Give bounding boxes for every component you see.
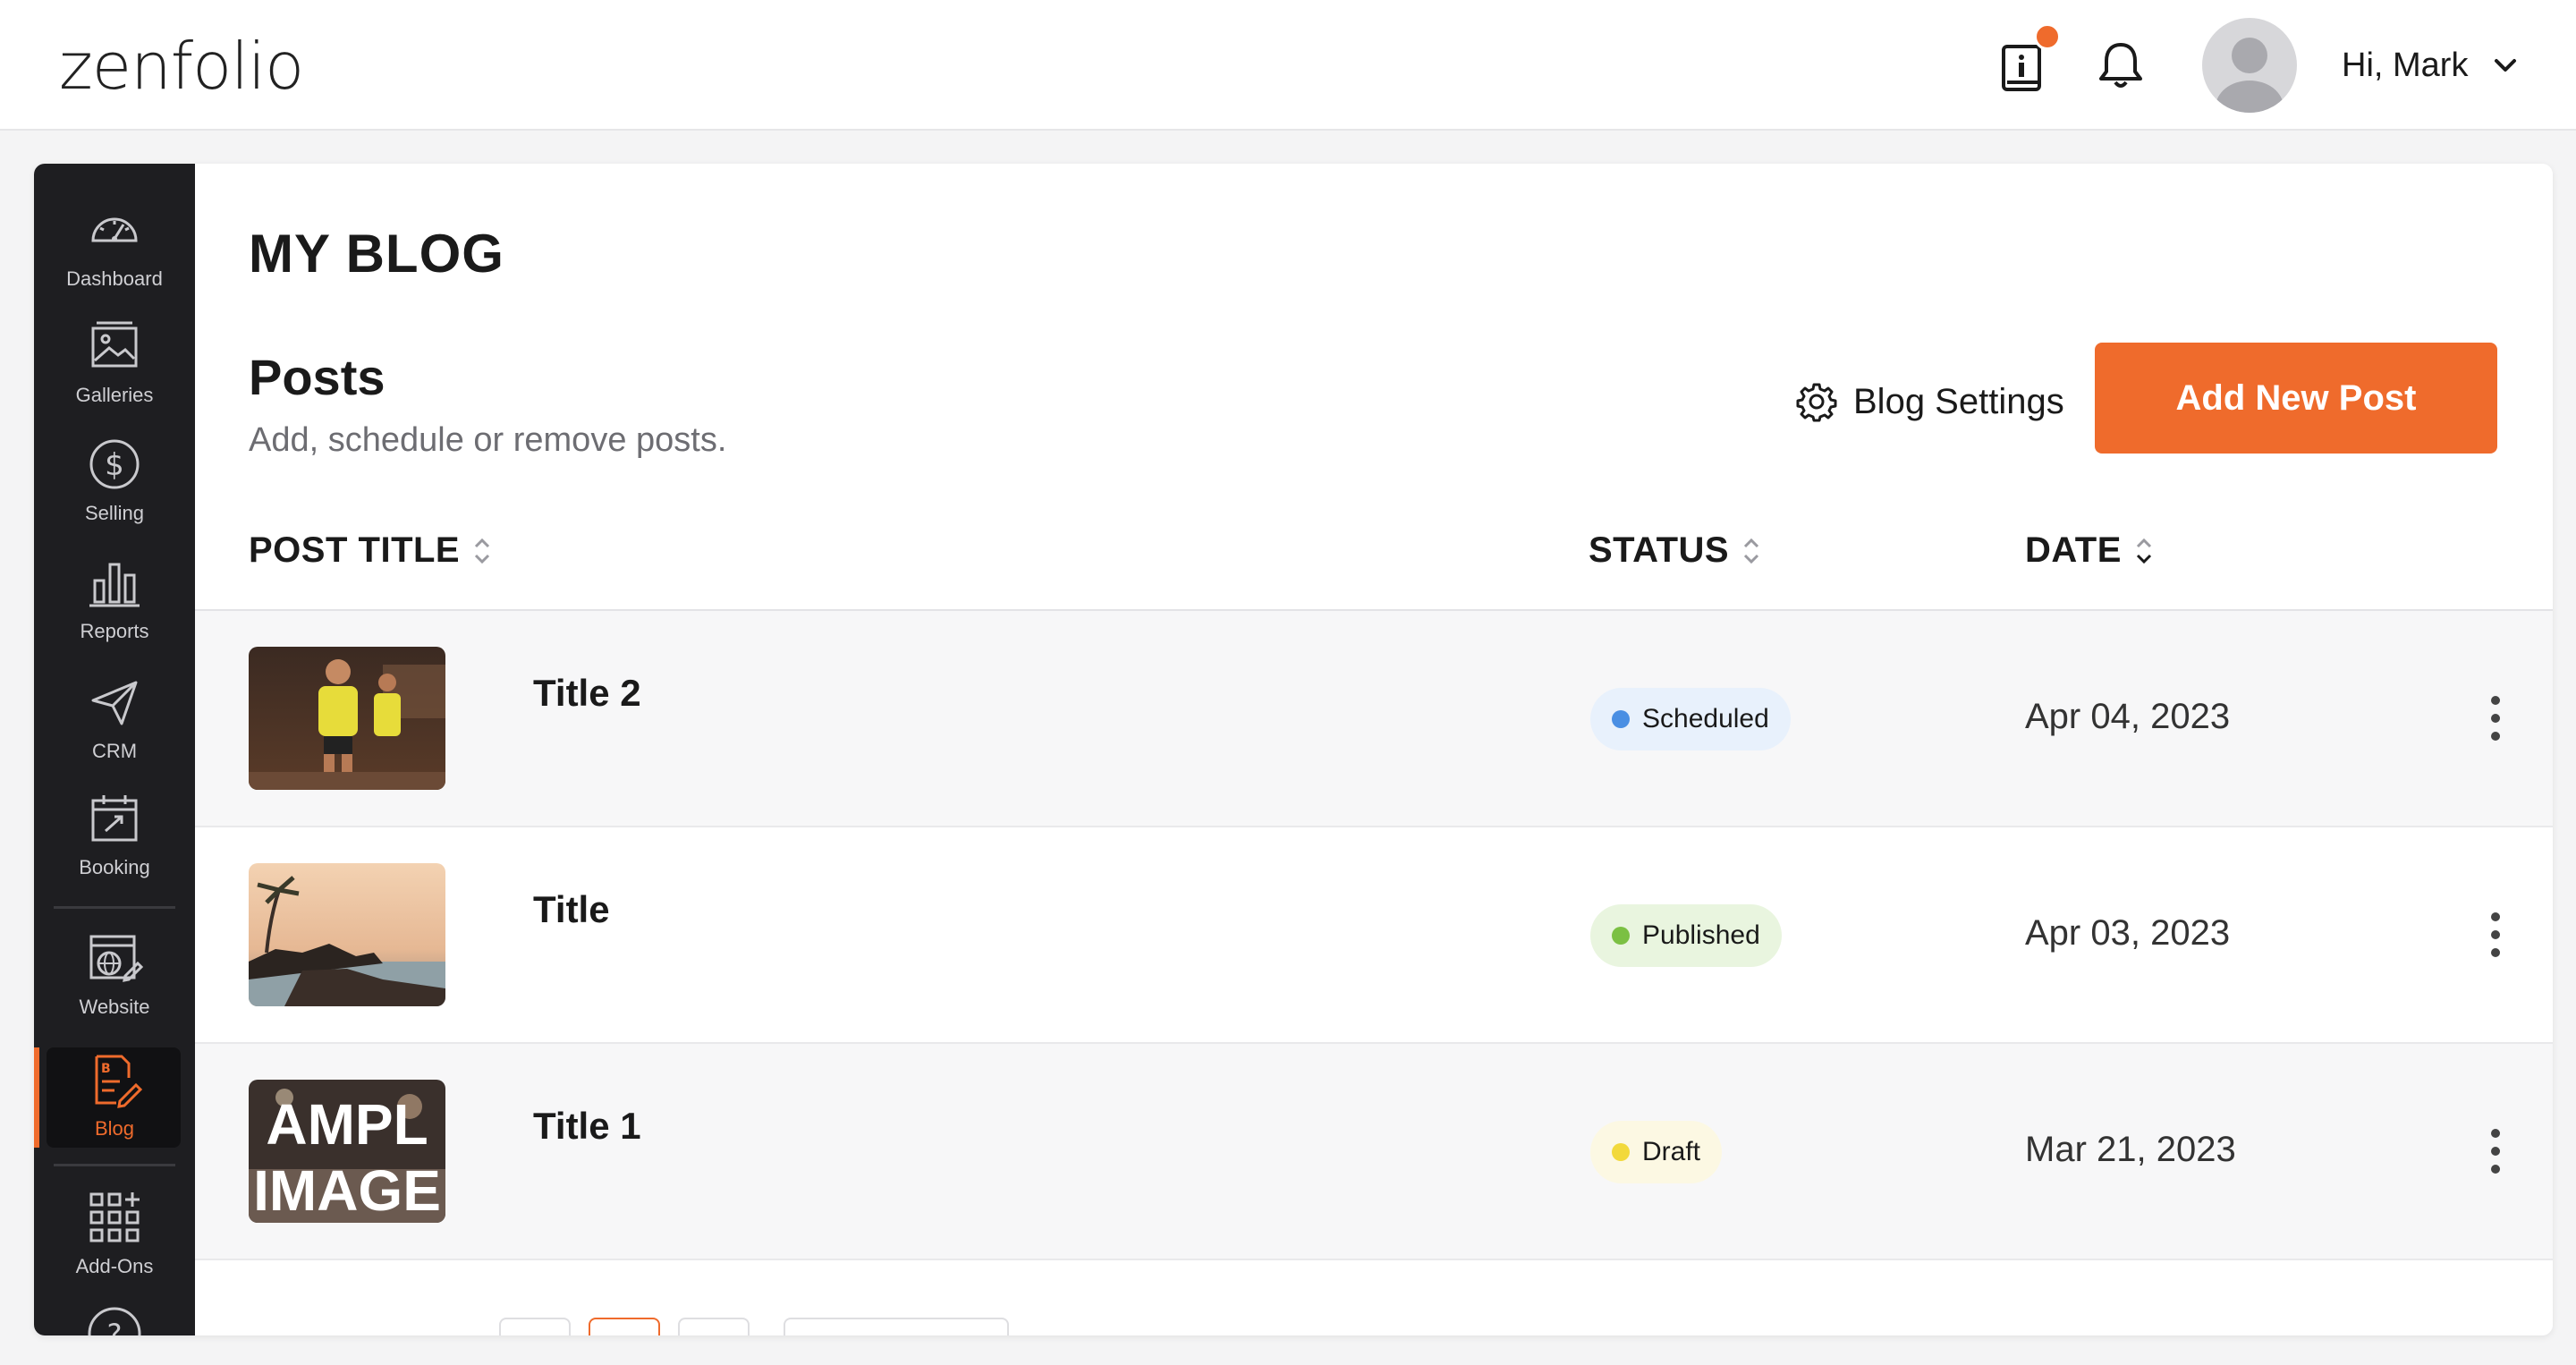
blog-edit-icon: B xyxy=(95,1055,143,1108)
pagination-page-size-select[interactable] xyxy=(784,1318,1009,1335)
more-options-icon[interactable] xyxy=(2485,908,2506,962)
sidebar-item-label: CRM xyxy=(91,740,138,762)
user-greeting[interactable]: Hi, Mark xyxy=(2342,47,2468,85)
svg-text:?: ? xyxy=(107,1318,123,1335)
svg-text:$: $ xyxy=(105,447,124,483)
avatar[interactable] xyxy=(2202,18,2297,113)
help-icon[interactable]: ? xyxy=(86,1305,143,1335)
post-date: Apr 03, 2023 xyxy=(2025,913,2231,953)
top-bar: zenfolio Hi, Mark xyxy=(0,0,2576,131)
zenfolio-logo[interactable]: zenfolio xyxy=(59,34,304,98)
sample-image-text-line2: IMAGE xyxy=(253,1158,441,1223)
chevron-down-icon[interactable] xyxy=(2492,52,2519,79)
blog-settings-button[interactable]: Blog Settings xyxy=(1796,375,2064,428)
speedometer-icon xyxy=(91,217,138,242)
bell-icon[interactable] xyxy=(2093,38,2148,93)
sidebar-item-blog[interactable]: B Blog xyxy=(34,1051,195,1162)
pagination-next-button[interactable] xyxy=(678,1318,750,1335)
column-header-label: DATE xyxy=(2025,530,2122,570)
notification-dot xyxy=(2034,23,2061,50)
sidebar-item-reports[interactable]: Reports xyxy=(34,554,195,665)
table-row[interactable]: Title Published Apr 03, 2023 xyxy=(195,827,2553,1044)
sort-icon xyxy=(2136,538,2151,564)
main-content: MY BLOG Posts Add, schedule or remove po… xyxy=(195,164,2553,1335)
sidebar-item-website[interactable]: Website xyxy=(34,929,195,1040)
status-badge: Published xyxy=(1590,904,1782,967)
gear-icon xyxy=(1796,383,1837,422)
sidebar-item-label: Blog xyxy=(94,1117,135,1140)
calendar-icon xyxy=(91,795,138,842)
status-badge: Draft xyxy=(1590,1121,1723,1183)
pagination-page-button[interactable] xyxy=(589,1318,660,1335)
post-date: Apr 04, 2023 xyxy=(2025,697,2231,736)
table-row[interactable]: Title 2 Scheduled Apr 04, 2023 xyxy=(195,611,2553,827)
sidebar-item-selling[interactable]: $ Selling xyxy=(34,436,195,547)
sidebar-item-label: Selling xyxy=(84,502,145,524)
status-dot xyxy=(1612,710,1630,728)
blog-settings-label: Blog Settings xyxy=(1853,381,2064,421)
add-new-post-button[interactable]: Add New Post xyxy=(2095,343,2497,454)
sidebar-divider xyxy=(54,1164,175,1166)
page-title: MY BLOG xyxy=(249,224,504,284)
dollar-icon: $ xyxy=(89,439,140,489)
status-dot xyxy=(1612,927,1630,945)
post-thumbnail[interactable] xyxy=(249,863,445,1006)
grid-plus-icon xyxy=(89,1192,140,1242)
status-label: Scheduled xyxy=(1642,704,1769,733)
sidebar-item-label: Website xyxy=(79,996,150,1018)
column-header-label: STATUS xyxy=(1589,530,1730,570)
app-shell: Dashboard Galleries $ Selling Reports CR… xyxy=(34,164,2553,1335)
website-edit-icon xyxy=(89,935,143,982)
post-thumbnail[interactable] xyxy=(249,647,445,790)
paper-plane-icon xyxy=(91,681,138,725)
sidebar-item-label: Dashboard xyxy=(66,267,163,290)
more-options-icon[interactable] xyxy=(2485,691,2506,745)
post-title[interactable]: Title 2 xyxy=(533,672,641,715)
sidebar-item-crm[interactable]: CRM xyxy=(34,674,195,784)
column-header-status[interactable]: STATUS xyxy=(1589,530,1763,571)
sort-icon xyxy=(475,538,490,564)
sidebar-item-dashboard[interactable]: Dashboard xyxy=(34,201,195,312)
section-title: Posts xyxy=(249,349,386,405)
sidebar-item-add-ons[interactable]: Add-Ons xyxy=(34,1189,195,1300)
column-header-label: POST TITLE xyxy=(249,530,461,570)
more-options-icon[interactable] xyxy=(2485,1124,2506,1178)
pagination-prev-button[interactable] xyxy=(499,1318,571,1335)
section-subtitle: Add, schedule or remove posts. xyxy=(249,421,727,459)
post-thumbnail[interactable]: AMPL IMAGE xyxy=(249,1080,445,1223)
image-icon xyxy=(91,321,138,368)
table-row[interactable]: AMPL IMAGE Title 1 Draft Mar 21, 2023 xyxy=(195,1044,2553,1260)
column-header-post-title[interactable]: POST TITLE xyxy=(249,530,494,571)
svg-text:B: B xyxy=(101,1062,111,1076)
post-date: Mar 21, 2023 xyxy=(2025,1130,2236,1169)
sidebar-item-label: Reports xyxy=(80,620,149,642)
post-title[interactable]: Title xyxy=(533,888,610,931)
bar-chart-icon xyxy=(89,563,140,607)
post-title[interactable]: Title 1 xyxy=(533,1105,641,1148)
column-header-date[interactable]: DATE xyxy=(2025,530,2156,571)
status-label: Published xyxy=(1642,920,1760,950)
sample-image-text-line1: AMPL xyxy=(266,1092,428,1157)
sidebar: Dashboard Galleries $ Selling Reports CR… xyxy=(34,164,195,1335)
sidebar-item-booking[interactable]: Booking xyxy=(34,790,195,901)
status-dot xyxy=(1612,1143,1630,1161)
sidebar-item-label: Booking xyxy=(79,856,150,878)
sidebar-item-label: Galleries xyxy=(75,384,154,406)
sidebar-item-galleries[interactable]: Galleries xyxy=(34,318,195,428)
sidebar-divider xyxy=(54,906,175,909)
sort-icon xyxy=(1744,538,1759,564)
status-label: Draft xyxy=(1642,1137,1701,1166)
status-badge: Scheduled xyxy=(1590,688,1791,750)
sidebar-item-label: Add-Ons xyxy=(75,1255,154,1277)
